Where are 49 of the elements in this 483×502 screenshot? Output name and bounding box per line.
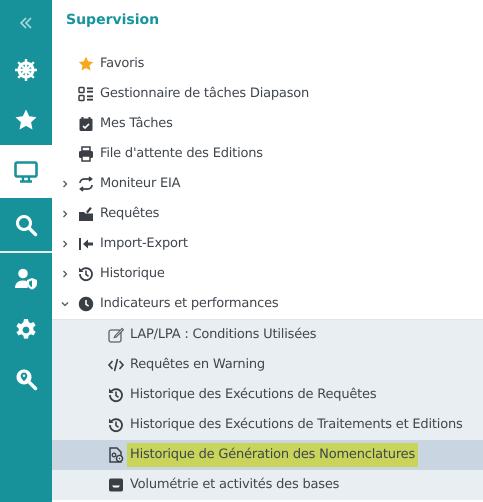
- expand-toggle[interactable]: [61, 180, 69, 188]
- star-icon: [78, 56, 94, 72]
- tree-item[interactable]: Historique des Exécutions de Requêtes: [127, 383, 380, 407]
- history-icon: [108, 387, 124, 403]
- wheel-icon: [14, 58, 38, 82]
- tree-item[interactable]: Favoris: [97, 52, 148, 76]
- expand-toggle[interactable]: [61, 240, 69, 248]
- tree-item[interactable]: Historique: [97, 262, 168, 286]
- tree-item[interactable]: Import-Export: [97, 232, 191, 256]
- chevron-right-icon: [61, 210, 69, 218]
- panel-title: Supervision: [65, 11, 160, 30]
- tree-item[interactable]: Indicateurs et performances: [97, 292, 282, 316]
- sidebar-tab[interactable]: [0, 145, 52, 198]
- printer-icon: [78, 146, 94, 162]
- map-search-icon: [14, 367, 38, 391]
- search-icon: [14, 212, 38, 236]
- tree-item[interactable]: Volumétrie et activités des bases: [127, 473, 342, 497]
- chevron-down-icon: [61, 300, 69, 308]
- double-chevron-icon: [19, 16, 33, 30]
- code-icon: [108, 357, 124, 373]
- expand-toggle[interactable]: [61, 210, 69, 218]
- user-shield-icon: [14, 267, 38, 291]
- monitor-icon: [14, 160, 38, 184]
- file-gear-icon: [108, 447, 124, 463]
- expand-toggle[interactable]: [61, 270, 69, 278]
- expand-toggle[interactable]: [61, 300, 69, 308]
- chevron-right-icon: [61, 270, 69, 278]
- tree-item[interactable]: Historique des Exécutions de Traitements et Editions: [127, 413, 466, 437]
- arrows-swap-icon: [78, 176, 94, 192]
- clock-icon: [78, 296, 94, 312]
- history-icon: [108, 417, 124, 433]
- tree-item[interactable]: File d'attente des Editions: [97, 142, 266, 166]
- chevron-right-icon: [61, 180, 69, 188]
- chevron-right-icon: [61, 240, 69, 248]
- drive-icon: [108, 477, 124, 493]
- tree-item[interactable]: Requêtes: [97, 202, 162, 226]
- calendar-check-icon: [78, 116, 94, 132]
- history-icon: [78, 266, 94, 282]
- tree-item[interactable]: Historique de Génération des Nomenclatures: [127, 443, 418, 467]
- tree-item[interactable]: Moniteur EIA: [97, 172, 184, 196]
- edit-icon: [108, 327, 124, 343]
- tree-item[interactable]: Requêtes en Warning: [127, 353, 268, 377]
- tree-item[interactable]: LAP/LPA : Conditions Utilisées: [127, 323, 320, 347]
- folder-icon: [78, 206, 94, 222]
- tree-item[interactable]: Mes Tâches: [97, 112, 176, 136]
- grid-list-icon: [78, 86, 94, 102]
- tree-item[interactable]: Gestionnaire de tâches Diapason: [97, 82, 312, 106]
- import-icon: [78, 236, 94, 252]
- star-icon: [14, 108, 38, 132]
